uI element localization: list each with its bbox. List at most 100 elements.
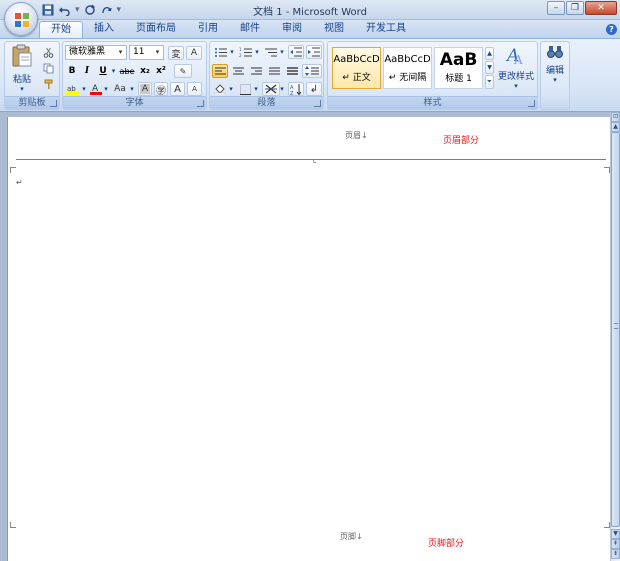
enclosed-characters-button[interactable]: ㊫	[154, 82, 168, 97]
shrink-font-button[interactable]: A	[187, 82, 202, 96]
tab-developer[interactable]: 开发工具	[355, 21, 417, 38]
format-painter-icon[interactable]	[41, 77, 55, 91]
distributed-button[interactable]	[284, 64, 300, 78]
underline-dropdown-icon[interactable]: ▾	[110, 64, 117, 78]
align-right-button[interactable]	[248, 64, 264, 78]
styles-more-icon[interactable]: ⏷	[485, 75, 494, 89]
character-shading-button[interactable]: A	[138, 82, 152, 96]
header-text[interactable]: 页眉↓	[345, 130, 368, 141]
chevron-down-icon[interactable]: ▾	[116, 47, 125, 58]
superscript-button[interactable]: x²	[154, 64, 168, 78]
change-case-button[interactable]: Aa	[111, 82, 129, 96]
tab-home[interactable]: 开始	[39, 21, 83, 38]
justify-icon	[268, 67, 280, 74]
sort-button[interactable]: AZ	[288, 82, 304, 96]
shading-dropdown-icon[interactable]: ▾	[228, 82, 234, 96]
header-note: 页眉部分	[443, 136, 480, 146]
help-icon[interactable]: ?	[606, 24, 617, 35]
highlight-button[interactable]: ab	[65, 82, 81, 96]
align-right-icon	[250, 67, 262, 74]
enclosed-character-icon: ㊫	[156, 85, 166, 97]
highlight-dropdown-icon[interactable]: ▾	[81, 82, 87, 96]
bullets-button[interactable]	[212, 45, 230, 59]
underline-button[interactable]: U	[96, 64, 110, 78]
styles-dialog-launcher[interactable]	[528, 100, 535, 107]
scroll-thumb[interactable]	[611, 132, 620, 527]
font-group-label: 字体	[63, 96, 206, 109]
previous-page-icon[interactable]: ⇞	[611, 539, 620, 549]
align-center-icon	[232, 67, 244, 74]
borders-dropdown-icon[interactable]: ▾	[253, 82, 259, 96]
copy-icon[interactable]	[41, 61, 55, 75]
chinese-layout-button[interactable]	[262, 82, 280, 96]
font-color-dropdown-icon[interactable]: ▾	[103, 82, 109, 96]
header-anchor-mark: ⌞	[313, 155, 317, 164]
paste-button[interactable]: 粘贴 ▾	[8, 44, 36, 93]
tab-references[interactable]: 引用	[187, 21, 229, 38]
font-name-combo[interactable]: 微软雅黑 ▾	[65, 45, 127, 60]
character-border-button[interactable]: A	[186, 46, 202, 60]
editing-label: 编辑	[545, 66, 564, 76]
numbering-button[interactable]: 12	[237, 45, 255, 59]
phonetic-guide-icon: 変	[171, 49, 181, 60]
minimize-button[interactable]: –	[547, 1, 565, 15]
grow-font-button[interactable]: A	[170, 82, 185, 96]
next-page-icon[interactable]: ⇟	[611, 549, 620, 559]
font-color-button[interactable]: A	[89, 82, 103, 96]
svg-text:ab: ab	[67, 85, 76, 93]
multilevel-dropdown-icon[interactable]: ▾	[279, 45, 285, 59]
align-left-icon	[214, 67, 226, 74]
tab-view[interactable]: 视图	[313, 21, 355, 38]
scroll-down-icon[interactable]: ▼	[611, 529, 620, 539]
cut-icon[interactable]	[41, 45, 55, 59]
numbering-dropdown-icon[interactable]: ▾	[254, 45, 260, 59]
align-center-button[interactable]	[230, 64, 246, 78]
clear-formatting-button[interactable]: ✎	[174, 64, 192, 78]
italic-button[interactable]: I	[80, 64, 94, 78]
styles-scroll-down-icon[interactable]: ▼	[485, 61, 494, 74]
borders-button[interactable]	[237, 82, 253, 96]
decrease-indent-button[interactable]	[288, 45, 304, 59]
editing-button[interactable]: 编辑 ▾	[542, 44, 568, 84]
style-no-spacing[interactable]: AaBbCcD ↵ 无间隔	[383, 47, 432, 89]
vertical-scrollbar[interactable]: ⊡ ▲ ▼ ⇞ ⇟	[610, 112, 620, 561]
styles-group: AaBbCcD ↵ 正文 AaBbCcD ↵ 无间隔 AaB 标题 1 ▲ ▼ …	[327, 41, 538, 110]
paragraph-dialog-launcher[interactable]	[314, 100, 321, 107]
line-spacing-button[interactable]	[302, 64, 322, 78]
subscript-button[interactable]: x₂	[138, 64, 152, 78]
header-divider	[16, 159, 606, 160]
tab-insert[interactable]: 插入	[83, 21, 125, 38]
style-heading-1-sample: AaB	[439, 50, 478, 70]
tab-mailings[interactable]: 邮件	[229, 21, 271, 38]
tab-review[interactable]: 审阅	[271, 21, 313, 38]
style-normal[interactable]: AaBbCcD ↵ 正文	[332, 47, 381, 89]
ruler-toggle-icon[interactable]: ⊡	[611, 112, 620, 122]
font-dialog-launcher[interactable]	[197, 100, 204, 107]
styles-scroll-up-icon[interactable]: ▲	[485, 47, 494, 60]
tab-page-layout[interactable]: 页面布局	[125, 21, 187, 38]
paragraph-mark[interactable]: ↵	[16, 178, 23, 187]
chinese-layout-dropdown-icon[interactable]: ▾	[279, 82, 285, 96]
document-page[interactable]: 页眉↓ 页眉部分 ⌞ ↵ 页脚↓ 页脚部分	[7, 117, 610, 561]
bold-button[interactable]: B	[65, 64, 79, 78]
scroll-up-icon[interactable]: ▲	[611, 122, 620, 132]
chevron-down-icon[interactable]: ▾	[153, 47, 162, 58]
change-case-dropdown-icon[interactable]: ▾	[129, 82, 135, 96]
footer-text[interactable]: 页脚↓	[340, 531, 363, 542]
align-left-button[interactable]	[212, 64, 228, 78]
office-button[interactable]	[4, 2, 38, 36]
strikethrough-button[interactable]: abe	[118, 64, 136, 78]
font-phonetic-button[interactable]: 変	[168, 46, 184, 60]
close-button[interactable]: ✕	[585, 1, 617, 15]
multilevel-list-button[interactable]	[262, 45, 280, 59]
font-size-combo[interactable]: 11 ▾	[129, 45, 164, 60]
justify-button[interactable]	[266, 64, 282, 78]
restore-button[interactable]: ❐	[566, 1, 584, 15]
style-heading-1[interactable]: AaB 标题 1	[434, 47, 483, 89]
shading-button[interactable]	[212, 82, 228, 96]
bullets-dropdown-icon[interactable]: ▾	[229, 45, 235, 59]
clipboard-dialog-launcher[interactable]	[50, 100, 57, 107]
show-marks-button[interactable]: ↲	[306, 82, 322, 96]
change-styles-button[interactable]: A A 更改样式 ▾	[496, 44, 536, 90]
increase-indent-button[interactable]	[306, 45, 322, 59]
